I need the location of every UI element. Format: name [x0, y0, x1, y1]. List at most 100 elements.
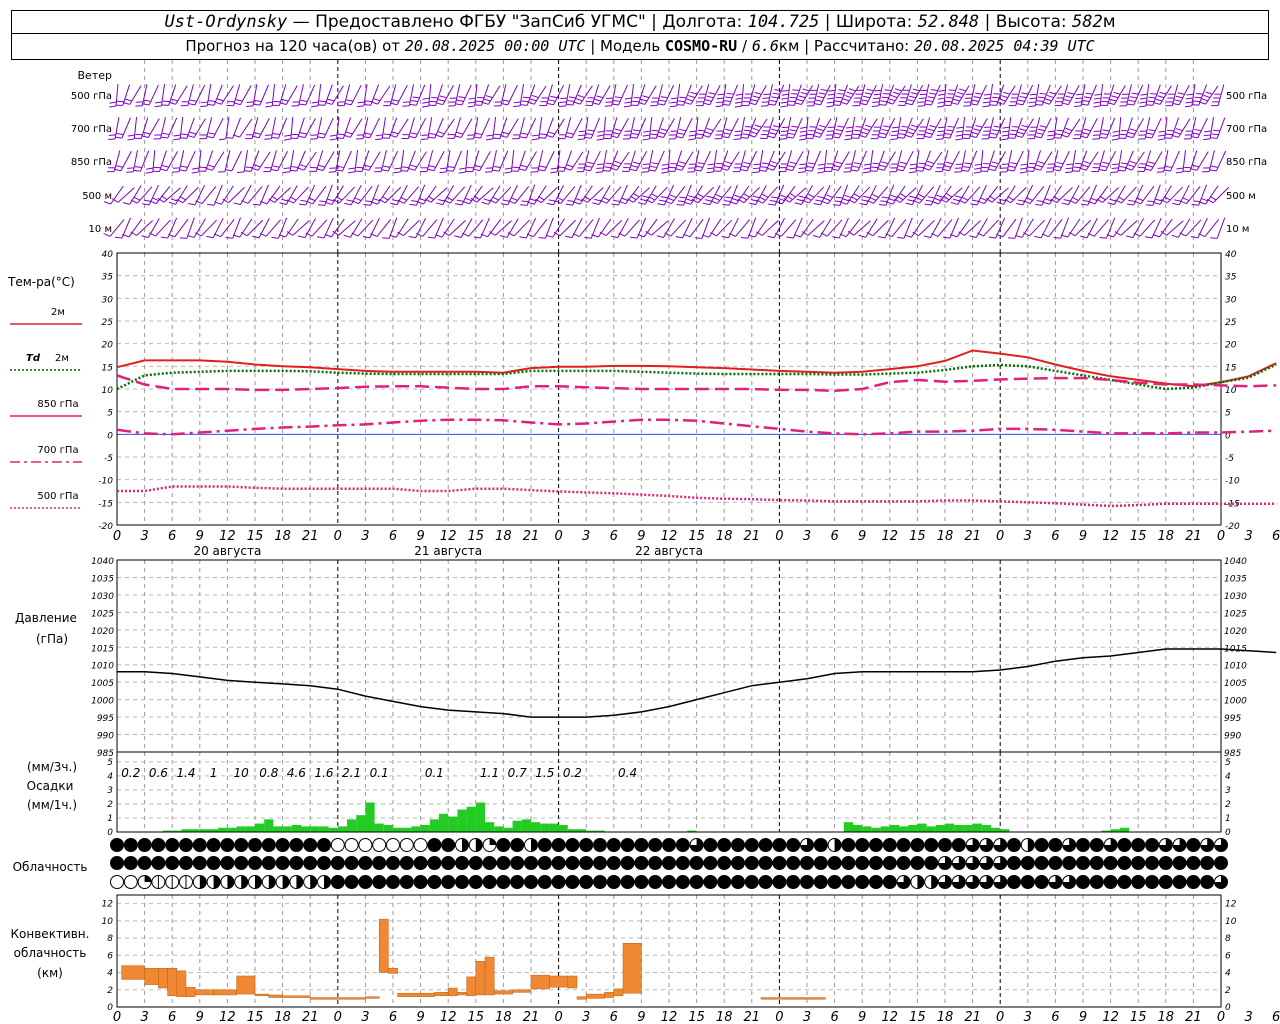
cloud-symbol — [524, 856, 538, 870]
conv-tick-label-right: 12 — [1225, 900, 1237, 910]
wind-barb — [122, 218, 143, 238]
x-tick-label: 9 — [637, 529, 645, 544]
x-tick-label: 18 — [1158, 529, 1175, 544]
wind-barb — [799, 116, 809, 141]
precip-tick-label-right: 4 — [1225, 772, 1231, 782]
wind-barb — [512, 117, 525, 140]
cloud-symbol — [593, 875, 607, 889]
cloud-symbol — [882, 875, 897, 889]
cloud-symbol — [165, 875, 180, 889]
cloud-symbol — [648, 875, 663, 889]
cloud-symbol — [979, 856, 994, 870]
cloud-symbol — [482, 856, 497, 870]
cloud-symbol — [717, 875, 732, 889]
precip-sum-label: 1 — [210, 766, 218, 780]
precip-title: Осадки — [27, 779, 74, 793]
temp-tick-label-right: 25 — [1225, 318, 1237, 328]
x-tick-label-bottom: 3 — [1024, 1010, 1032, 1024]
wind-barb — [149, 186, 171, 205]
cloud-symbol — [689, 856, 704, 870]
precip-sum-label: 4.6 — [287, 766, 306, 780]
wind-title: Ветер — [78, 69, 112, 82]
x-tick-label: 9 — [416, 529, 424, 544]
temp-tick-label-right: 15 — [1225, 363, 1237, 373]
cloud-symbol — [965, 838, 980, 852]
wind-barb — [1203, 117, 1215, 141]
x-tick-label-bottom: 6 — [168, 1010, 176, 1024]
cloud-symbol — [662, 856, 676, 870]
cloud-symbol — [662, 838, 676, 852]
wind-barb — [893, 187, 917, 203]
cloud-symbol — [248, 838, 262, 852]
cloud-symbol — [593, 856, 607, 870]
cloud-symbol — [1117, 838, 1132, 852]
wind-barb — [383, 84, 397, 107]
wind-barb — [416, 185, 437, 205]
precip-bar — [365, 802, 375, 832]
wind-barb — [355, 117, 369, 140]
wind-barb — [1045, 150, 1059, 173]
wind-barb — [688, 117, 699, 141]
wind-barb — [595, 150, 608, 173]
convective-bar — [388, 967, 398, 974]
x-tick-label-bottom: 18 — [495, 1010, 512, 1024]
cloud-symbol — [689, 838, 704, 852]
convective-bar — [167, 967, 178, 997]
temp-tick-label: -15 — [98, 499, 113, 509]
precip-bar — [494, 826, 504, 832]
precip-bar — [457, 809, 467, 832]
wind-barb — [402, 84, 414, 107]
wind-barb — [310, 117, 323, 140]
temp-tick-label-right: 5 — [1225, 409, 1231, 419]
wind-barb — [728, 219, 751, 237]
convective-bar — [185, 986, 196, 997]
x-tick-label: 0 — [334, 529, 342, 544]
wind-barb — [870, 117, 884, 140]
cloud-symbol — [275, 856, 290, 870]
precip-bar — [963, 824, 973, 832]
wind-barb — [462, 219, 484, 237]
wind-barb — [1092, 117, 1104, 140]
precip-bar — [540, 823, 550, 832]
precip-bar — [448, 816, 458, 832]
temp-tick-label-right: 40 — [1225, 250, 1237, 260]
x-tick-label-bottom: 6 — [389, 1010, 397, 1024]
cloud-symbol — [689, 875, 704, 889]
wind-barb — [401, 117, 415, 140]
cloud-symbol — [317, 856, 331, 870]
wind-barb — [507, 219, 530, 237]
cloud-symbol — [524, 875, 538, 889]
precip-bar — [862, 826, 872, 832]
precip-bar — [328, 827, 338, 832]
wind-barb — [668, 117, 682, 140]
pressure-tick-label-right: 995 — [1224, 714, 1241, 724]
x-tick-label: 21 — [523, 529, 540, 544]
convective-bar — [144, 967, 159, 985]
wind-barb — [1028, 84, 1040, 108]
cloud-symbol — [344, 875, 359, 889]
precip-bar — [310, 826, 320, 832]
cloud-symbol — [786, 838, 801, 852]
wind-barb — [1137, 150, 1152, 173]
x-tick-label: 3 — [582, 529, 590, 544]
wind-barb — [1001, 117, 1012, 141]
cloud-symbol — [1145, 856, 1159, 870]
precip-bar — [356, 815, 366, 832]
cloud-symbol — [179, 875, 193, 889]
wind-barb — [282, 150, 295, 173]
x-tick-label-bottom: 6 — [610, 1010, 618, 1024]
precip-bar — [945, 823, 955, 832]
cloud-symbol — [827, 875, 842, 889]
legend-label: 2м — [51, 307, 65, 318]
wind-barb — [264, 117, 276, 140]
wind-barb — [324, 218, 345, 238]
x-tick-label: 18 — [937, 529, 954, 544]
x-tick-label-bottom: 18 — [274, 1010, 291, 1024]
x-tick-label: 15 — [468, 529, 485, 544]
cloud-symbol — [427, 856, 442, 870]
cloud-symbol — [1214, 856, 1228, 870]
cloud-symbol — [1131, 856, 1146, 870]
wind-barb — [375, 117, 387, 141]
x-tick-label-bottom: 18 — [937, 1010, 954, 1024]
wind-barb — [1198, 219, 1220, 238]
